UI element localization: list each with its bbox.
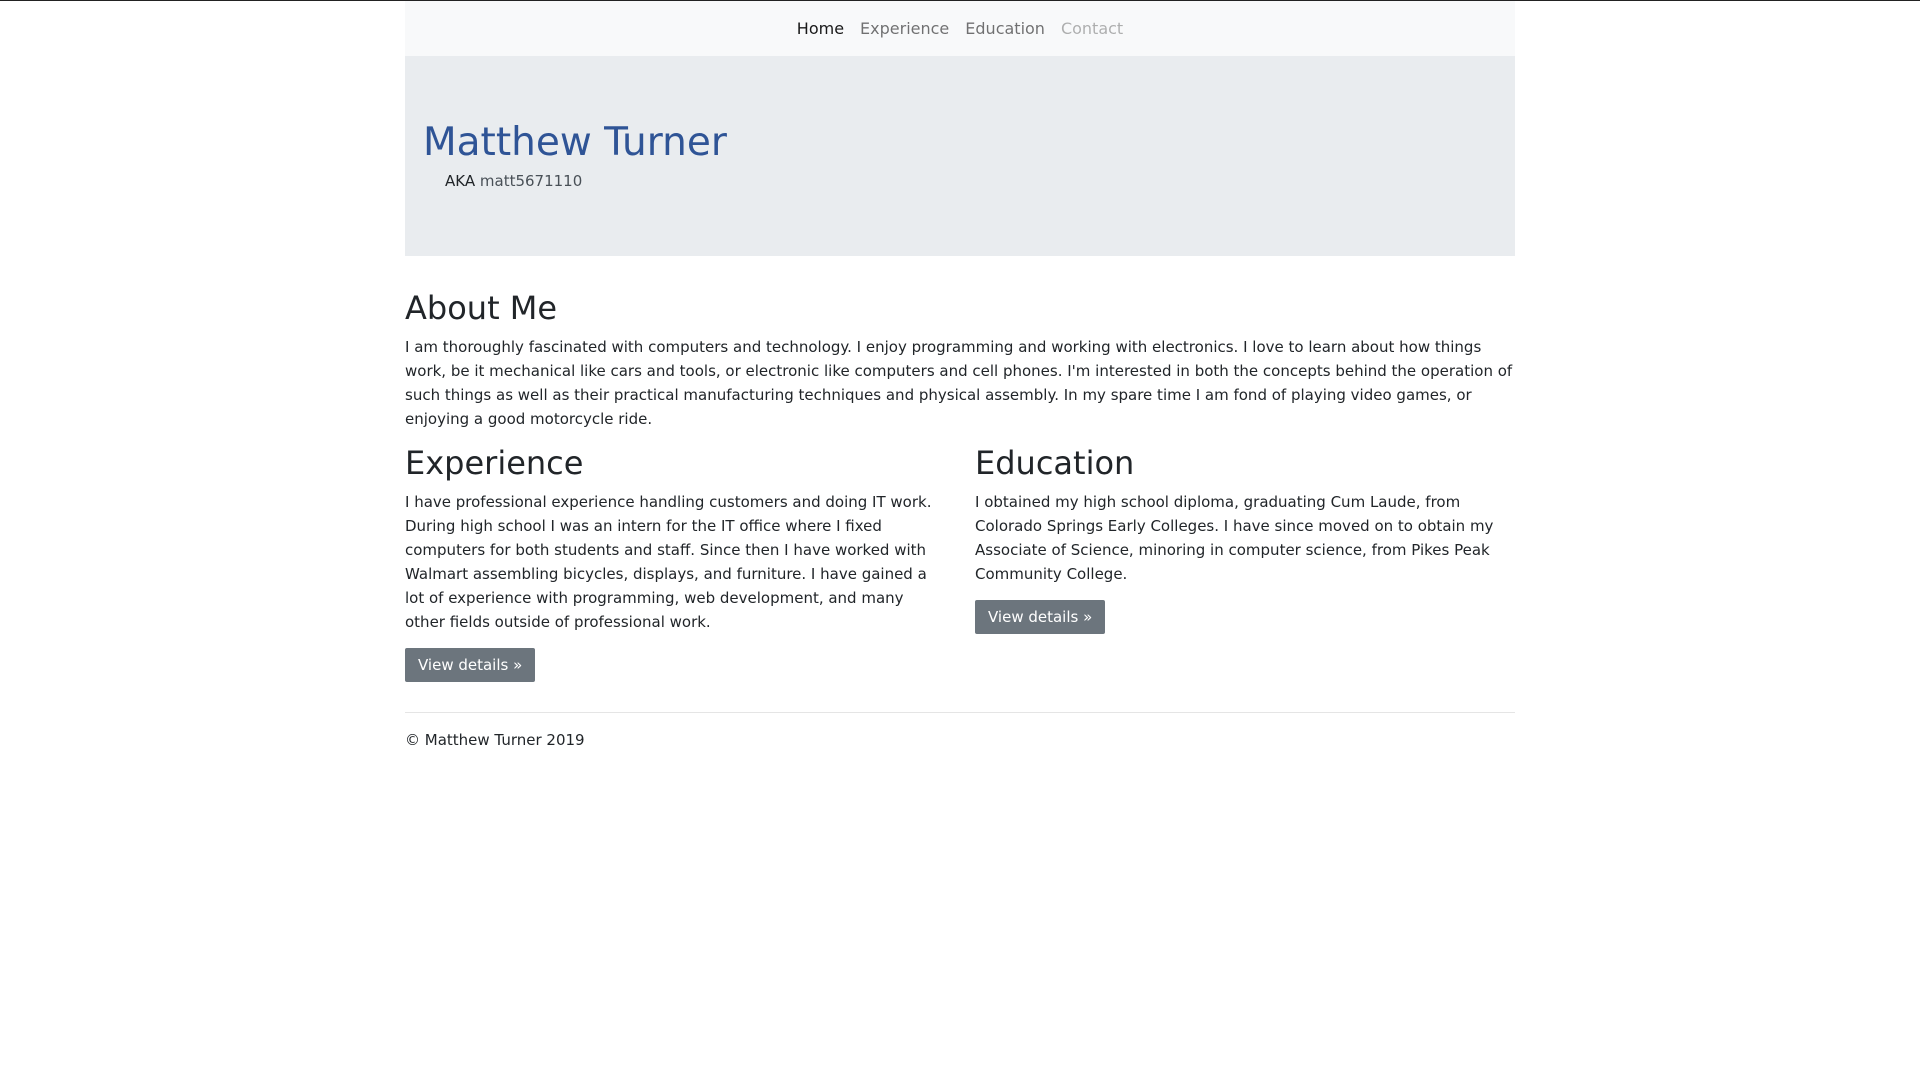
education-text: I obtained my high school diploma, gradu… — [975, 492, 1494, 583]
navbar: Home Experience Education Contact — [405, 1, 1515, 56]
education-column: Education I obtained my high school dipl… — [975, 443, 1515, 682]
about-heading: About Me — [405, 289, 558, 327]
page-container: Home Experience Education Contact Matthe… — [405, 1, 1515, 749]
experience-view-details-button[interactable]: View details » — [405, 647, 536, 682]
about-section: About Me I am thoroughly fascinated with… — [405, 290, 1515, 431]
education-heading: Education — [975, 443, 1135, 482]
nav-education-link[interactable]: Education — [965, 19, 1045, 38]
experience-column: Experience I have professional experienc… — [405, 443, 945, 682]
footer-copyright: © Matthew Turner 2019 — [405, 730, 585, 749]
aka-label: AKA — [445, 172, 476, 190]
experience-text: I have professional experience handling … — [405, 492, 932, 631]
nav-experience-link[interactable]: Experience — [860, 19, 949, 38]
aka-handle: matt5671110 — [479, 172, 583, 190]
details-row: Experience I have professional experienc… — [405, 443, 1515, 682]
jumbotron: Matthew Turner AKA matt5671110 — [405, 56, 1515, 256]
footer: © Matthew Turner 2019 — [405, 731, 1515, 749]
education-view-details-button[interactable]: View details » — [975, 599, 1106, 634]
experience-heading: Experience — [405, 443, 584, 482]
page-title: Matthew Turner — [423, 120, 727, 165]
nav-contact-link[interactable]: Contact — [1061, 19, 1123, 38]
aka-line: AKA matt5671110 — [445, 172, 582, 190]
footer-divider — [405, 711, 1515, 713]
about-text: I am thoroughly fascinated with computer… — [405, 337, 1513, 428]
nav-home-link[interactable]: Home — [797, 19, 844, 38]
